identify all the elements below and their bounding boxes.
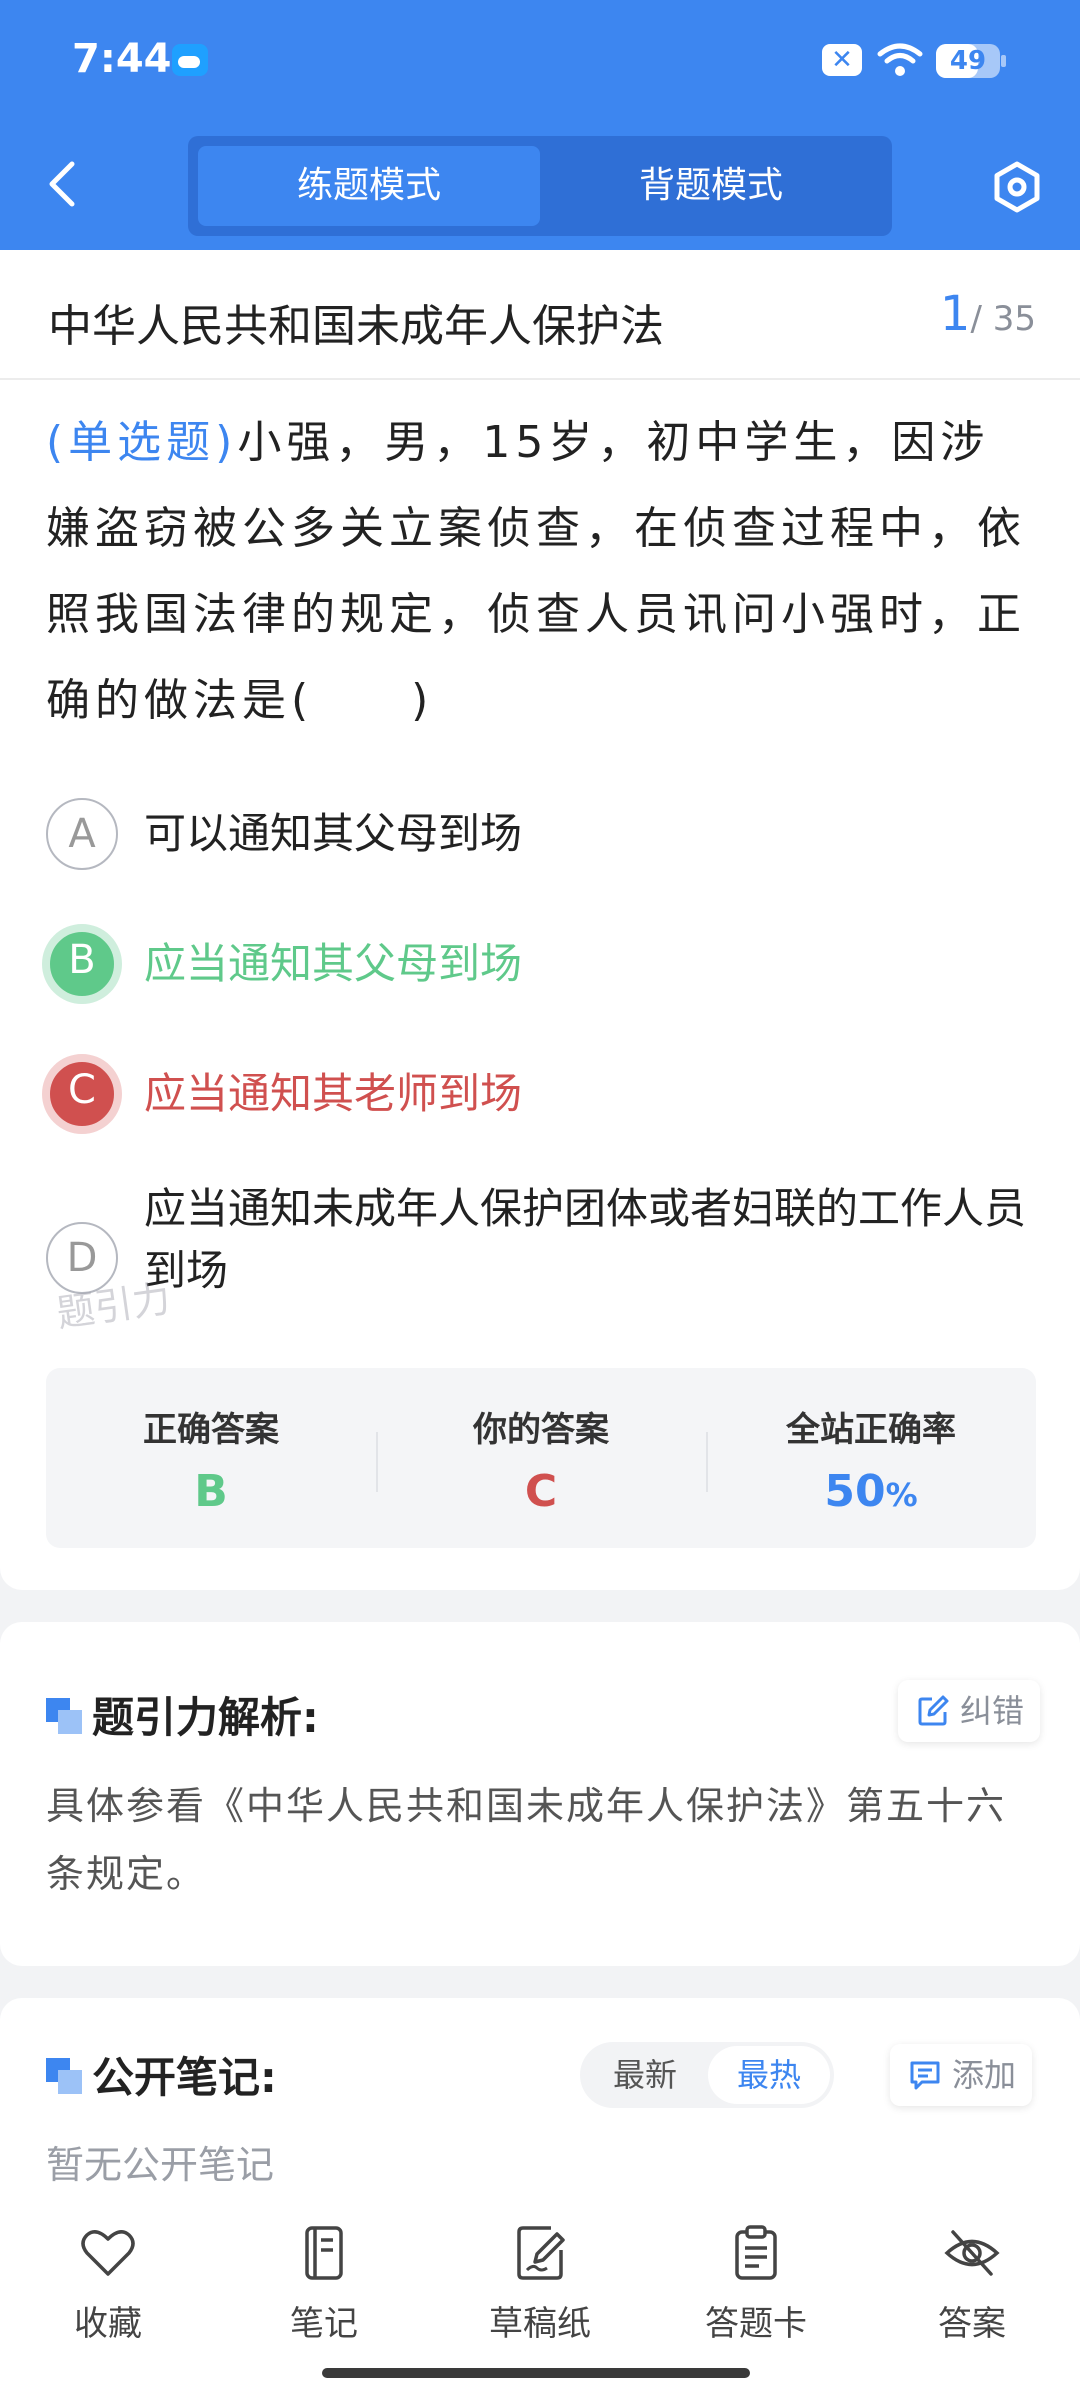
report-error-button[interactable]: 纠错 xyxy=(898,1680,1041,1742)
option-letter: C xyxy=(42,1054,122,1134)
site-accuracy-label: 全站正确率 xyxy=(786,1410,956,1450)
sort-hottest-tab[interactable]: 最热 xyxy=(708,2046,830,2104)
answer-card-icon xyxy=(735,2225,777,2280)
option-text: 应当通知其父母到场 xyxy=(144,939,523,988)
option-text: 应当通知未成年人保护团体或者妇联的工作人员到场 xyxy=(144,1184,1027,1295)
add-note-button[interactable]: 添加 xyxy=(890,2044,1033,2106)
total-count: / 35 xyxy=(970,299,1036,339)
your-answer-label: 你的答案 xyxy=(473,1410,609,1450)
analysis-card: 题引力解析: 纠错 具体参看《中华人民共和国未成年人保护法》第五十六条规定。 xyxy=(0,1622,1080,1966)
current-index: 1 xyxy=(939,286,971,342)
question-text: (单选题)小强，男，15岁，初中学生，因涉嫌盗窃被公多关立案侦查，在侦查过程中，… xyxy=(46,400,1036,744)
correct-answer: 正确答案 B xyxy=(46,1368,376,1548)
nav-draft[interactable]: 草稿纸 xyxy=(460,2224,620,2345)
eye-off-icon xyxy=(944,2230,1000,2276)
option-d[interactable]: D 应当通知未成年人保护团体或者妇联的工作人员到场 xyxy=(46,1184,1046,1314)
notes-title: 公开笔记: xyxy=(92,2053,277,2102)
site-accuracy: 全站正确率 50% xyxy=(706,1368,1036,1548)
nav-label: 收藏 xyxy=(74,2304,142,2344)
nav-notes[interactable]: 笔记 xyxy=(244,2224,404,2345)
question-type: (单选题) xyxy=(46,417,238,468)
report-error-label: 纠错 xyxy=(960,1692,1025,1730)
draft-icon xyxy=(517,2226,565,2280)
back-icon[interactable] xyxy=(42,158,82,210)
accuracy-number: 50 xyxy=(824,1466,886,1517)
accuracy-unit: % xyxy=(885,1476,918,1514)
comment-icon xyxy=(910,2061,940,2090)
option-letter: A xyxy=(46,798,118,870)
option-c[interactable]: C 应当通知其老师到场 xyxy=(42,1054,1046,1138)
empty-notes-text: 暂无公开笔记 xyxy=(46,2143,275,2187)
site-accuracy-value: 50% xyxy=(706,1466,1036,1517)
home-indicator[interactable] xyxy=(322,2368,750,2378)
sort-newest-tab[interactable]: 最新 xyxy=(584,2046,706,2104)
battery-icon: 49 xyxy=(936,44,1006,78)
nav-label: 草稿纸 xyxy=(489,2304,591,2344)
edit-icon xyxy=(918,1695,949,1726)
your-answer: 你的答案 C xyxy=(376,1368,706,1548)
status-time: 7:44 xyxy=(72,36,172,82)
section-icon xyxy=(46,1698,82,1734)
correct-answer-label: 正确答案 xyxy=(143,1410,279,1450)
correct-answer-value: B xyxy=(194,1466,228,1517)
status-bar: 7:44 ✕ 49 xyxy=(0,0,1080,120)
weather-icon xyxy=(172,44,208,76)
option-text: 可以通知其父母到场 xyxy=(144,809,523,858)
nav-label: 答题卡 xyxy=(705,2304,807,2344)
option-a[interactable]: A 可以通知其父母到场 xyxy=(46,798,1046,878)
nav-label: 答案 xyxy=(938,2304,1006,2344)
law-title: 中华人民共和国未成年人保护法 xyxy=(48,301,664,352)
add-note-label: 添加 xyxy=(952,2056,1017,2094)
nav-label: 笔记 xyxy=(290,2304,358,2344)
battery-level: 49 xyxy=(949,46,987,76)
your-answer-value: C xyxy=(524,1466,558,1517)
nav-answer[interactable]: 答案 xyxy=(892,2224,1052,2345)
question-card: 中华人民共和国未成年人保护法 1/ 35 (单选题)小强，男，15岁，初中学生，… xyxy=(0,250,1080,1590)
tab-recite-mode[interactable]: 背题模式 xyxy=(540,146,882,226)
analysis-text: 具体参看《中华人民共和国未成年人保护法》第五十六条规定。 xyxy=(46,1784,1007,1896)
option-b[interactable]: B 应当通知其父母到场 xyxy=(42,924,1046,1008)
question-counter: 1/ 35 xyxy=(940,286,1036,342)
heart-icon xyxy=(81,2230,135,2276)
nav-answer-card[interactable]: 答题卡 xyxy=(676,2224,836,2345)
tab-practice-mode[interactable]: 练题模式 xyxy=(198,146,540,226)
option-letter: B xyxy=(42,924,122,1004)
settings-icon[interactable] xyxy=(990,160,1044,214)
answer-summary: 正确答案 B 你的答案 C 全站正确率 50% xyxy=(46,1368,1036,1548)
mode-switch: 练题模式 背题模式 xyxy=(188,136,892,236)
top-header: 7:44 ✕ 49 练题模式 背题模式 xyxy=(0,0,1080,250)
notes-sort-tabs: 最新 最热 xyxy=(580,2042,834,2108)
option-text: 应当通知其老师到场 xyxy=(144,1069,523,1118)
section-icon xyxy=(46,2058,82,2094)
divider xyxy=(0,378,1080,380)
notification-icon: ✕ xyxy=(822,44,862,76)
wifi-icon xyxy=(877,43,923,76)
notebook-icon xyxy=(305,2226,343,2280)
analysis-title: 题引力解析: xyxy=(92,1693,319,1742)
nav-favorite[interactable]: 收藏 xyxy=(28,2224,188,2345)
